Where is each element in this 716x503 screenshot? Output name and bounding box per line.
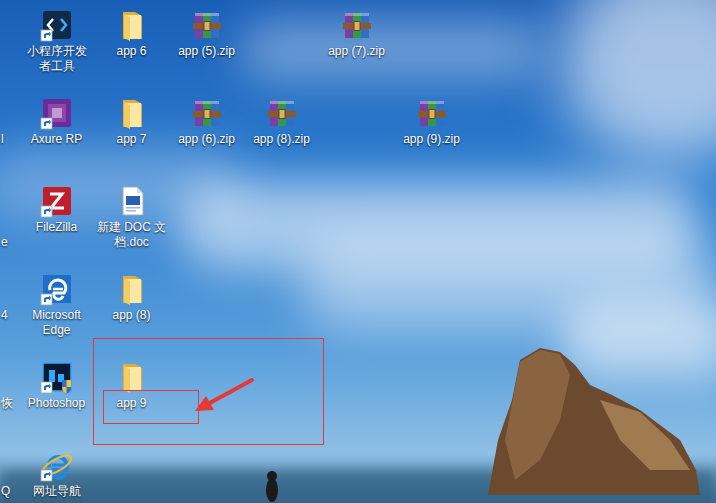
winrar-archive-icon bbox=[190, 96, 224, 130]
desktop-icon[interactable]: 网址导航 bbox=[19, 444, 94, 499]
desktop-icon[interactable]: Axure RP bbox=[19, 92, 94, 147]
devtools-icon bbox=[40, 8, 74, 42]
winrar-archive-icon bbox=[340, 8, 374, 42]
desktop-icon[interactable]: app (7).zip bbox=[319, 4, 394, 59]
axure-icon bbox=[40, 96, 74, 130]
icon-label[interactable]: app (7).zip bbox=[321, 44, 392, 59]
desktop-icon[interactable]: app (5).zip bbox=[169, 4, 244, 59]
winrar-archive-icon bbox=[190, 8, 224, 42]
desktop-icon[interactable]: app 6 bbox=[94, 4, 169, 59]
desktop-icon[interactable]: app (9).zip bbox=[394, 92, 469, 147]
icon-label[interactable]: Axure RP bbox=[21, 132, 92, 147]
desktop-icon[interactable]: 新建 DOC 文档.doc bbox=[94, 180, 169, 250]
cut-icon-label[interactable]: 4 bbox=[1, 308, 8, 323]
desktop-icon[interactable]: app 9 bbox=[94, 356, 169, 411]
icon-label[interactable]: app (8).zip bbox=[246, 132, 317, 147]
cut-icon-label[interactable]: 恢 bbox=[1, 396, 13, 411]
desktop-icon[interactable]: app (8).zip bbox=[244, 92, 319, 147]
winrar-archive-icon bbox=[265, 96, 299, 130]
icon-label[interactable]: 网址导航 bbox=[21, 484, 92, 499]
word-document-icon bbox=[115, 184, 149, 218]
annotation bbox=[0, 0, 716, 503]
desktop-icon[interactable]: Photoshop bbox=[19, 356, 94, 411]
icon-label[interactable]: app 7 bbox=[96, 132, 167, 147]
wallpaper bbox=[0, 0, 716, 503]
folder-icon bbox=[115, 360, 149, 394]
icon-label[interactable]: app (9).zip bbox=[396, 132, 467, 147]
cut-icon-label[interactable]: l bbox=[1, 132, 4, 147]
desktop-icons: 小程序开发者工具 Axure RP FileZilla Microsoft Edge P… bbox=[0, 0, 716, 503]
ie-icon bbox=[40, 448, 74, 482]
folder-icon bbox=[115, 96, 149, 130]
icon-label[interactable]: Photoshop bbox=[21, 396, 92, 411]
desktop-icon[interactable]: FileZilla bbox=[19, 180, 94, 235]
folder-icon bbox=[115, 272, 149, 306]
icon-label[interactable]: app 9 bbox=[96, 396, 167, 411]
icon-label[interactable]: app (6).zip bbox=[171, 132, 242, 147]
folder-icon bbox=[115, 8, 149, 42]
desktop-icon[interactable]: 小程序开发者工具 bbox=[19, 4, 94, 74]
icon-label[interactable]: app (5).zip bbox=[171, 44, 242, 59]
icon-label[interactable]: FileZilla bbox=[21, 220, 92, 235]
desktop-icon[interactable]: app (8) bbox=[94, 268, 169, 323]
desktop: 小程序开发者工具 Axure RP FileZilla Microsoft Edge P… bbox=[0, 0, 716, 503]
icon-label[interactable]: app 6 bbox=[96, 44, 167, 59]
icon-label[interactable]: 新建 DOC 文档.doc bbox=[96, 220, 167, 250]
photoshop-icon bbox=[40, 360, 74, 394]
icon-label[interactable]: 小程序开发者工具 bbox=[21, 44, 92, 74]
winrar-archive-icon bbox=[415, 96, 449, 130]
icon-label[interactable]: app (8) bbox=[96, 308, 167, 323]
cut-icon-label[interactable]: Q bbox=[1, 484, 10, 499]
edge-icon bbox=[40, 272, 74, 306]
desktop-icon[interactable]: Microsoft Edge bbox=[19, 268, 94, 338]
desktop-icon[interactable]: app 7 bbox=[94, 92, 169, 147]
desktop-icon[interactable]: app (6).zip bbox=[169, 92, 244, 147]
filezilla-icon bbox=[40, 184, 74, 218]
icon-label[interactable]: Microsoft Edge bbox=[21, 308, 92, 338]
cut-icon-label[interactable]: e bbox=[1, 235, 8, 250]
